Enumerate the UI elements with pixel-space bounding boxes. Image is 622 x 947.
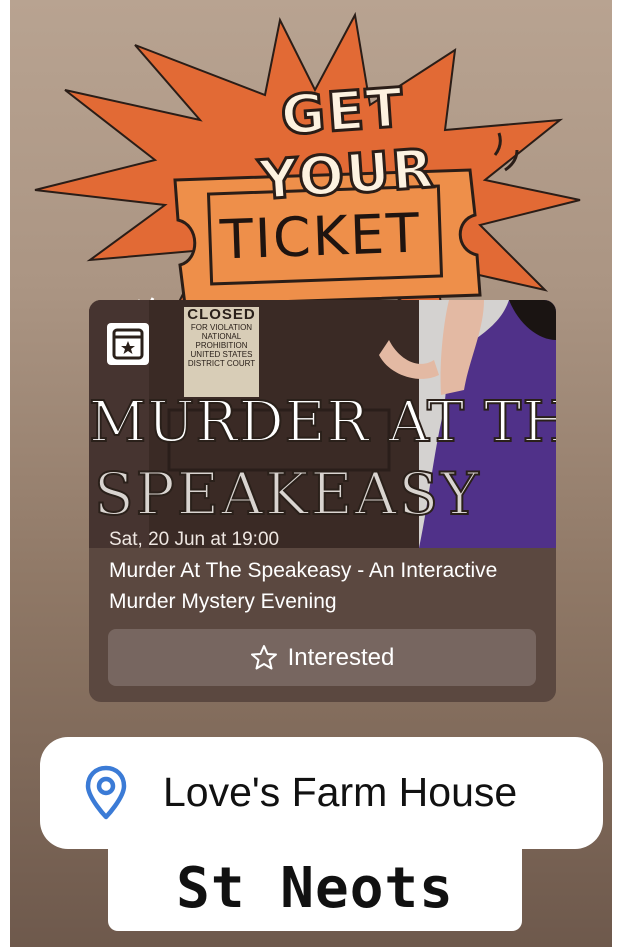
sign-line-district-court: DISTRICT COURT — [187, 359, 256, 368]
event-title[interactable]: Murder At The Speakeasy - An Interactive… — [109, 555, 539, 617]
sign-line-prohibition: PROHIBITION — [195, 341, 248, 350]
sticker-ticket-word: TICKET — [218, 201, 423, 272]
frame-edge-right — [612, 0, 622, 947]
event-date: Sat, 20 Jun at 19:00 — [109, 529, 280, 550]
location-tag[interactable]: Love's Farm House — [40, 737, 603, 849]
calendar-star-icon — [107, 323, 149, 365]
sign-line-violation: FOR VIOLATION — [190, 323, 253, 332]
interested-button[interactable]: Interested — [108, 629, 536, 686]
location-pin-icon — [85, 765, 127, 820]
poster-title-line-2: SPEAKEASY — [93, 459, 481, 529]
interested-label: Interested — [287, 643, 395, 671]
town-label: St Neots — [108, 846, 522, 931]
star-outline-icon — [250, 644, 277, 669]
sign-line-united-states: UNITED STATES — [190, 350, 253, 359]
frame-edge-left — [0, 0, 10, 947]
sign-line-closed: CLOSED — [187, 306, 256, 323]
poster-title-line-1: MURDER AT THE — [89, 389, 556, 456]
closed-sign: CLOSED FOR VIOLATION NATIONAL PROHIBITIO… — [184, 307, 259, 397]
event-card[interactable]: CLOSED FOR VIOLATION NATIONAL PROHIBITIO… — [89, 300, 556, 702]
event-poster[interactable]: CLOSED FOR VIOLATION NATIONAL PROHIBITIO… — [89, 300, 556, 548]
get-your-ticket-sticker[interactable]: GET YOUR TICKET — [25, 10, 585, 340]
location-name: Love's Farm House — [163, 769, 518, 815]
sticker-headline: GET YOUR — [255, 74, 438, 213]
sign-line-national: NATIONAL — [201, 332, 242, 341]
